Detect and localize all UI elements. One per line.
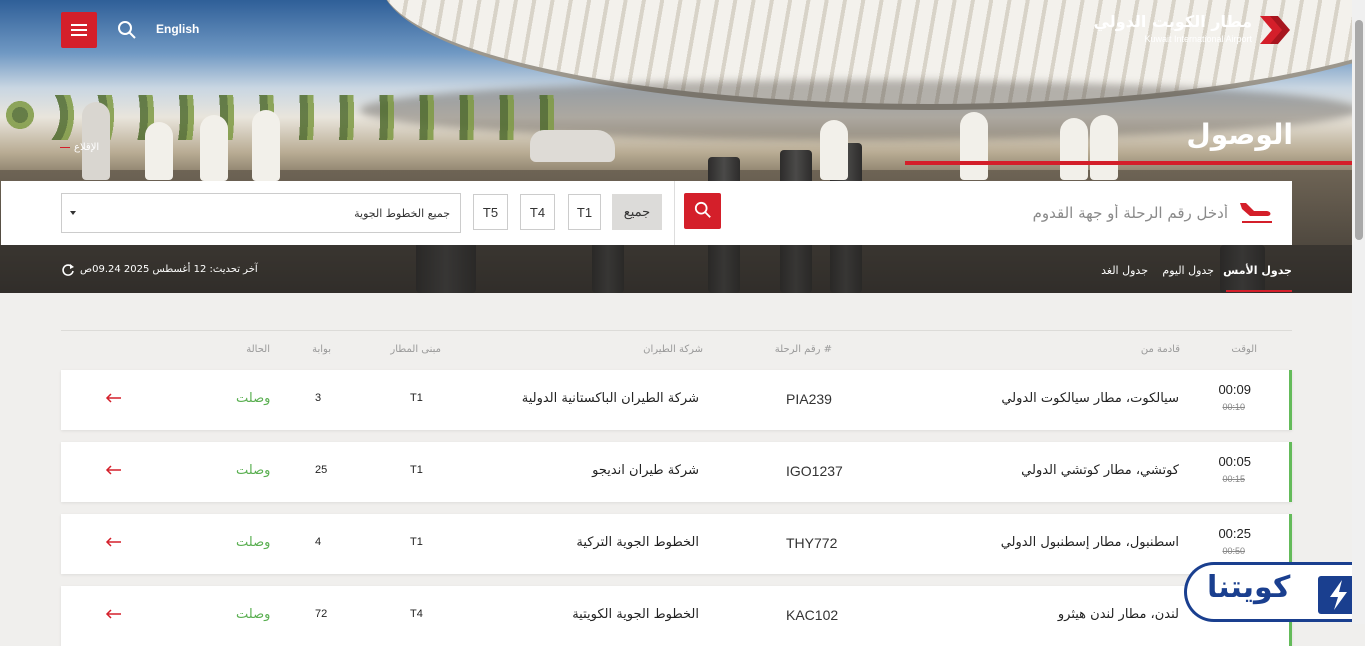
person (1090, 115, 1118, 180)
status-text: وصلت (236, 463, 271, 478)
origin-city: اسطنبول، مطار إسطنبول الدولي (1000, 535, 1179, 550)
chevron-down-icon (70, 211, 76, 215)
terminal-filter-t1[interactable]: T1 (568, 194, 601, 230)
title-underline (905, 161, 1352, 165)
logo-arabic-text: مطار الكويت الدولي (1093, 12, 1253, 31)
table-divider (61, 330, 1292, 331)
terminal: T1 (410, 464, 423, 476)
page-title: الوصول (1186, 118, 1293, 151)
logo-english-text: Kuwait International Airport (1144, 34, 1252, 44)
header-terminal: مبنى المطار (390, 344, 441, 355)
flight-row[interactable]: 00:25 00:50 اسطنبول، مطار إسطنبول الدولي… (61, 514, 1292, 574)
status-text: وصلت (236, 535, 271, 550)
header-status: الحالة (246, 344, 270, 355)
language-switch-link[interactable]: English (156, 22, 199, 36)
scrollbar-thumb[interactable] (1355, 20, 1363, 240)
gate: 25 (315, 464, 328, 476)
search-icon[interactable] (117, 20, 137, 40)
person (252, 110, 280, 181)
terminal: T1 (410, 536, 423, 548)
arrow-left-icon[interactable] (103, 535, 123, 549)
flight-number: IGO1237 (786, 463, 843, 479)
departures-line-icon (60, 147, 70, 148)
arrow-left-icon[interactable] (103, 607, 123, 621)
menu-icon-bar (71, 29, 87, 31)
terminal-filter-t4[interactable]: T4 (520, 194, 555, 230)
arrival-plane-icon (1240, 203, 1272, 223)
arrival-time: 00:05 (1218, 454, 1251, 469)
terminal-filter-all[interactable]: جميع (612, 194, 662, 230)
airport-logo[interactable]: مطار الكويت الدولي Kuwait International … (1094, 12, 1292, 52)
person (960, 112, 988, 180)
departures-link[interactable]: الإقلاع (60, 142, 99, 153)
airline-name: شركة طيران انديجو (592, 463, 699, 478)
menu-button[interactable] (61, 12, 97, 48)
arrival-time: 00:09 (1218, 382, 1251, 397)
tab-yesterday[interactable]: جدول الأمس (1223, 264, 1292, 277)
gate: 4 (315, 536, 322, 548)
car-image (530, 130, 615, 162)
status-text: وصلت (236, 391, 271, 406)
arrow-left-icon[interactable] (103, 463, 123, 477)
person (820, 120, 848, 180)
origin-city: كوتشي، مطار كوتشي الدولي (1021, 463, 1179, 478)
refresh-icon[interactable] (61, 263, 75, 277)
menu-icon (71, 24, 87, 26)
gate: 72 (315, 608, 328, 620)
logo-chevron-icon (1260, 16, 1290, 44)
flight-number: PIA239 (786, 391, 832, 407)
terminal-filter-t5[interactable]: T5 (473, 194, 508, 230)
airline-select[interactable]: جميع الخطوط الجوية (61, 193, 461, 233)
active-tab-indicator (1226, 290, 1292, 292)
search-button[interactable] (684, 193, 721, 229)
terminal: T4 (410, 608, 423, 620)
departures-label: الإقلاع (74, 142, 100, 153)
search-icon (694, 201, 711, 218)
flight-row[interactable]: لندن، مطار لندن هيثرو KAC102 الخطوط الجو… (61, 586, 1292, 646)
badge-text: كويتنا (1207, 570, 1291, 605)
header-airline: شركة الطيران (643, 344, 703, 355)
header-flight: رقم الرحلة # (774, 344, 832, 355)
search-divider (674, 181, 675, 245)
origin-city: لندن، مطار لندن هيثرو (1057, 607, 1179, 622)
last-updated-text: آخر تحديث: 12 أغسطس 2025 09.24ص (80, 264, 258, 275)
header-origin: قادمة من (1140, 344, 1180, 355)
arrow-left-icon[interactable] (103, 391, 123, 405)
person (200, 115, 228, 181)
airline-name: الخطوط الجوية التركية (576, 535, 699, 550)
kuwaitna-badge[interactable]: كويتنا (1184, 562, 1365, 622)
person (1060, 118, 1088, 180)
tab-tomorrow[interactable]: جدول الغد (1101, 264, 1148, 277)
origin-city: سيالكوت، مطار سيالكوت الدولي (1001, 391, 1179, 406)
airline-name: شركة الطيران الباكستانية الدولية (521, 391, 699, 406)
status-text: وصلت (236, 607, 271, 622)
flight-number: THY772 (786, 535, 838, 551)
terminal: T1 (410, 392, 423, 404)
header-gate: بوابة (312, 344, 331, 355)
flight-search-input[interactable] (690, 195, 1230, 231)
menu-icon-bar (71, 34, 87, 36)
flight-row[interactable]: 00:05 00:15 كوتشي، مطار كوتشي الدولي IGO… (61, 442, 1292, 502)
airline-name: الخطوط الجوية الكويتية (572, 607, 699, 622)
scheduled-time: 00:10 (1222, 402, 1245, 412)
gate: 3 (315, 392, 322, 404)
flight-row[interactable]: 00:09 00:10 سيالكوت، مطار سيالكوت الدولي… (61, 370, 1292, 430)
person (82, 102, 110, 180)
flight-number: KAC102 (786, 607, 839, 623)
person (145, 122, 173, 180)
tab-today[interactable]: جدول اليوم (1162, 264, 1214, 277)
airline-select-value: جميع الخطوط الجوية (354, 206, 450, 220)
scheduled-time: 00:15 (1222, 474, 1245, 484)
scheduled-time: 00:50 (1222, 546, 1245, 556)
header-time: الوقت (1231, 344, 1257, 355)
arrival-time: 00:25 (1218, 526, 1251, 541)
